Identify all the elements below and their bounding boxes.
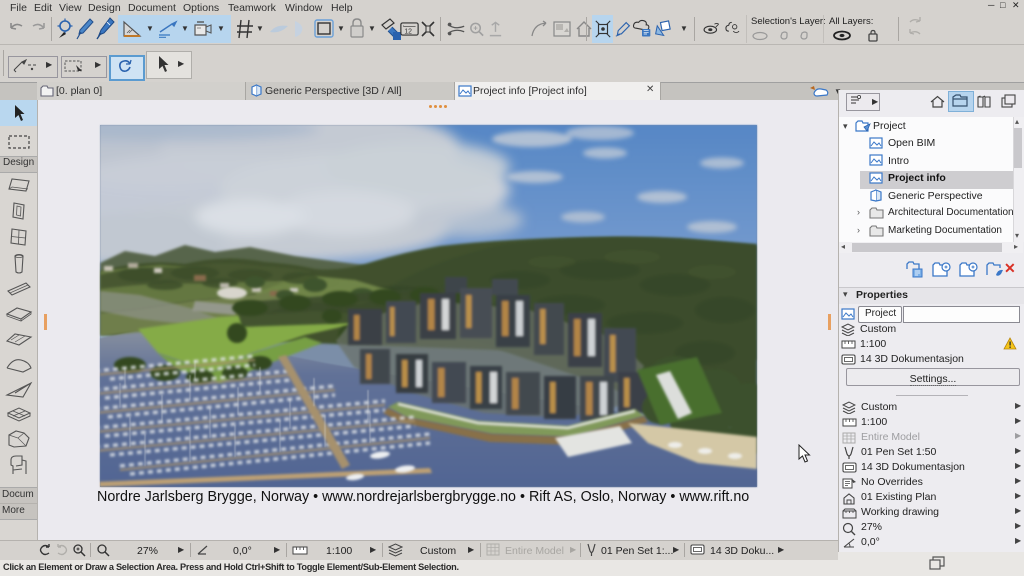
svg-text:12: 12 (404, 28, 412, 35)
